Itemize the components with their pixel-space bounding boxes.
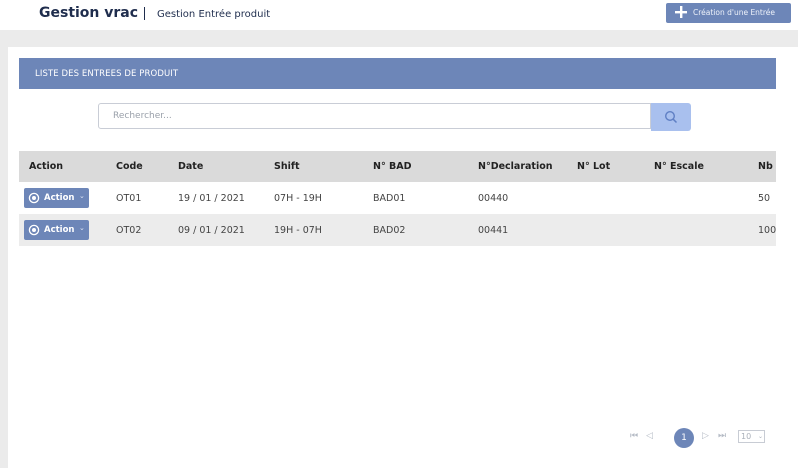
lot-cell	[567, 182, 644, 214]
search-button[interactable]	[651, 103, 691, 131]
action-cell: Action ⌄	[19, 214, 106, 246]
escale-cell	[644, 214, 748, 246]
table-row[interactable]: Action ⌄ OT01 19 / 01 / 2021 07H - 19H B…	[19, 182, 776, 214]
prev-page-icon[interactable]: ◁	[646, 431, 653, 441]
bad-cell: BAD01	[373, 192, 406, 204]
column-header-date[interactable]: Date	[168, 151, 264, 182]
gear-icon	[28, 224, 40, 236]
column-header-declaration[interactable]: N°Declaration	[468, 151, 567, 182]
create-entry-label: Création d'une Entrée	[693, 8, 776, 17]
bad-cell: BAD02	[373, 224, 406, 236]
entries-table-container: Action Code Date Shift N° BAD N°Declarat…	[19, 151, 776, 247]
next-page-icon[interactable]: ▷	[702, 431, 709, 441]
column-header-lot[interactable]: N° Lot	[567, 151, 644, 182]
app-title: Gestion vrac	[39, 5, 139, 21]
table-header-row: Action Code Date Shift N° BAD N°Declarat…	[19, 151, 776, 182]
panel-header: LISTE DES ENTREES DE PRODUIT	[19, 58, 776, 89]
last-page-icon[interactable]: ⏭	[718, 431, 726, 441]
action-dropdown-button[interactable]: Action ⌄	[24, 188, 89, 208]
column-header-nb[interactable]: Nb	[748, 151, 776, 182]
panel-title: LISTE DES ENTREES DE PRODUIT	[35, 69, 179, 79]
shift-cell: 07H - 19H	[274, 192, 322, 204]
page-size-value: 10	[741, 432, 752, 441]
create-entry-button[interactable]: Création d'une Entrée	[666, 3, 791, 23]
current-page-button[interactable]: 1	[674, 428, 694, 448]
column-header-code[interactable]: Code	[106, 151, 168, 182]
table-row[interactable]: Action ⌄ OT02 09 / 01 / 2021 19H - 07H B…	[19, 214, 776, 246]
date-cell: 09 / 01 / 2021	[178, 224, 245, 236]
plus-icon	[675, 6, 687, 18]
date-cell: 19 / 01 / 2021	[178, 192, 245, 204]
main-panel: LISTE DES ENTREES DE PRODUIT Action Code…	[8, 47, 798, 468]
action-button-label: Action	[44, 193, 75, 203]
action-dropdown-button[interactable]: Action ⌄	[24, 220, 89, 240]
page-size-select[interactable]: 10 ⌄	[738, 430, 765, 443]
escale-cell	[644, 182, 748, 214]
chevron-down-icon: ⌄	[79, 224, 85, 232]
column-header-escale[interactable]: N° Escale	[644, 151, 748, 182]
top-bar: Gestion vrac Gestion Entrée produit Créa…	[0, 0, 798, 30]
declaration-cell: 00441	[478, 224, 509, 236]
lot-cell	[567, 214, 644, 246]
gear-icon	[28, 192, 40, 204]
search-icon	[664, 110, 678, 124]
action-cell: Action ⌄	[19, 182, 106, 214]
declaration-cell: 00440	[478, 192, 509, 204]
shift-cell: 19H - 07H	[274, 224, 322, 236]
pagination: ⏮ ◁ 1 ▷ ⏭ 10 ⌄	[630, 428, 770, 448]
nb-cell: 50	[758, 192, 771, 204]
chevron-down-icon: ⌄	[758, 433, 764, 440]
code-cell: OT02	[116, 224, 142, 236]
title-divider	[144, 7, 145, 20]
column-header-action[interactable]: Action	[19, 151, 106, 182]
chevron-down-icon: ⌄	[79, 192, 85, 200]
search-input[interactable]	[98, 103, 651, 129]
entries-table: Action Code Date Shift N° BAD N°Declarat…	[19, 151, 776, 246]
code-cell: OT01	[116, 192, 142, 204]
column-header-shift[interactable]: Shift	[264, 151, 363, 182]
column-header-bad[interactable]: N° BAD	[363, 151, 468, 182]
first-page-icon[interactable]: ⏮	[630, 431, 638, 441]
page-subtitle: Gestion Entrée produit	[157, 9, 271, 20]
nb-cell: 100	[758, 224, 776, 236]
action-button-label: Action	[44, 225, 75, 235]
